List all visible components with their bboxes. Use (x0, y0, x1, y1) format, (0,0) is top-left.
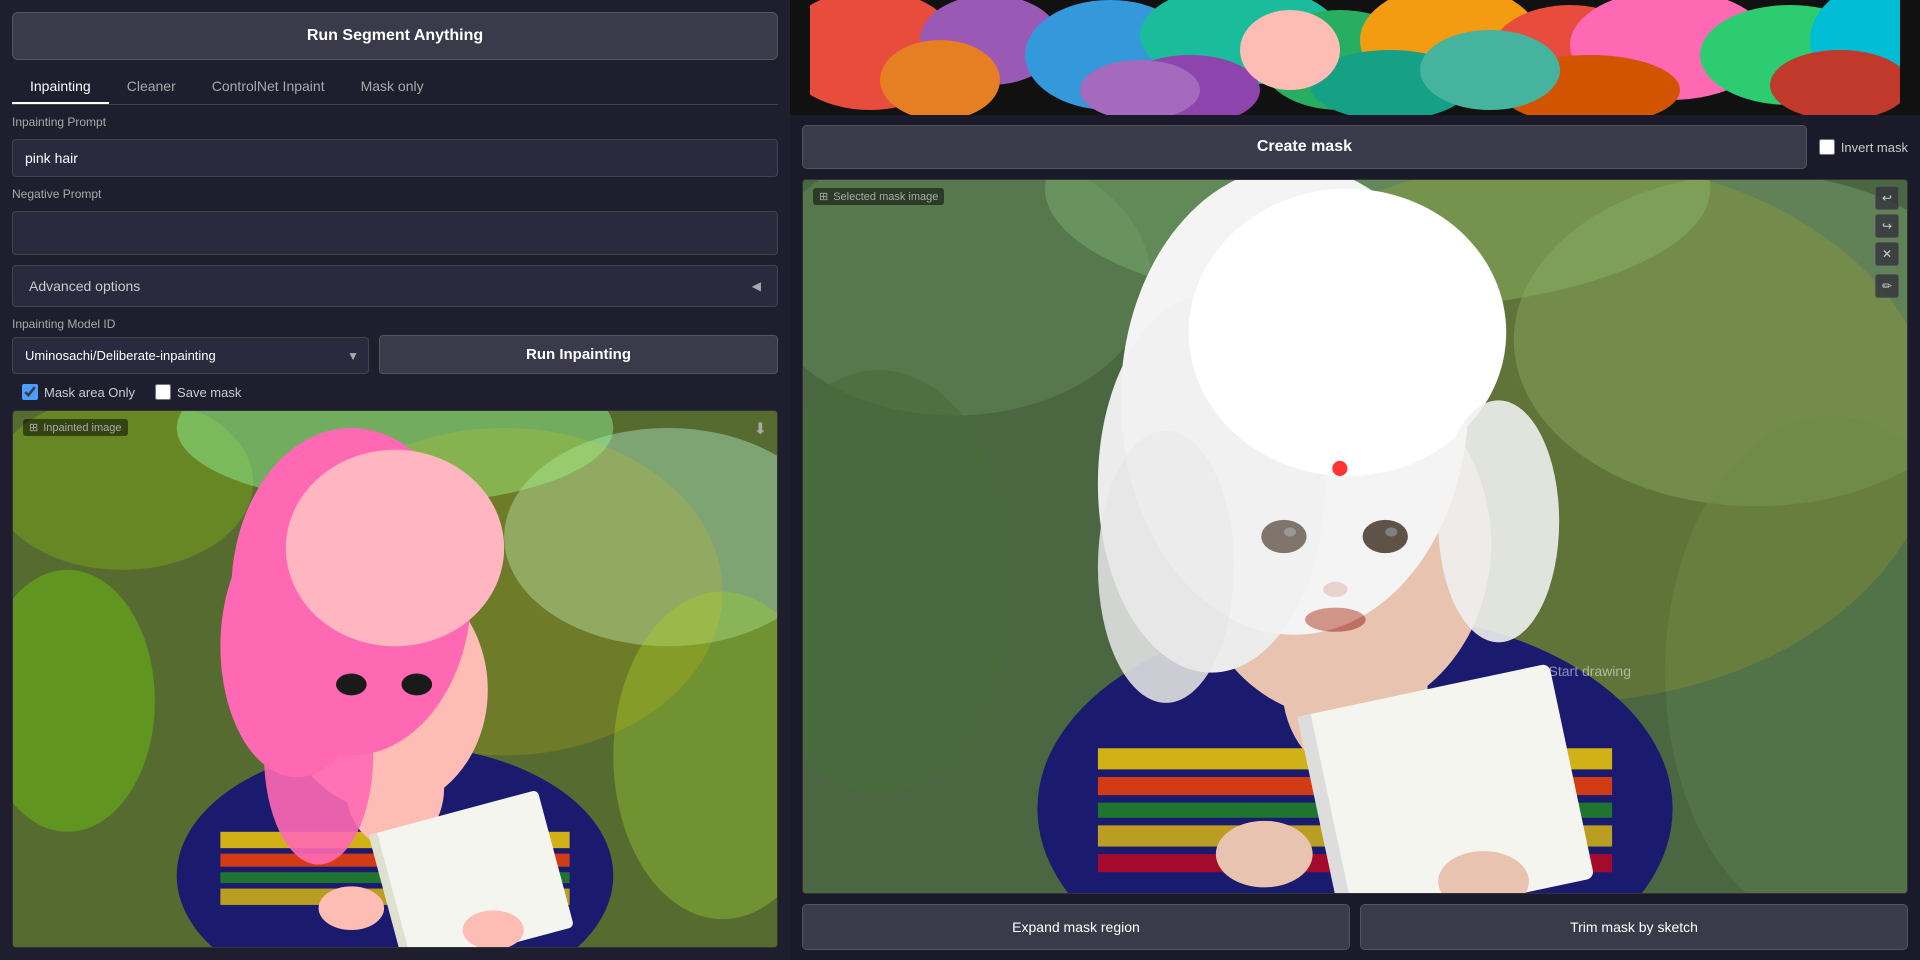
draw-button[interactable]: ✏ (1875, 274, 1899, 298)
advanced-options-label: Advanced options (29, 278, 140, 294)
tab-inpainting[interactable]: Inpainting (12, 70, 109, 104)
mask-area-only-checkbox[interactable] (22, 384, 38, 400)
seg-map-svg (790, 0, 1920, 115)
options-checkboxes: Mask area Only Save mask (12, 384, 778, 400)
mask-image-display (803, 180, 1907, 893)
mask-area-only-text: Mask area Only (44, 385, 135, 400)
advanced-options-arrow-icon: ◀ (752, 279, 761, 293)
mask-image-label: ⊞ Selected mask image (813, 188, 944, 205)
negative-prompt-input[interactable] (12, 211, 778, 255)
download-icon[interactable]: ⬇ (754, 419, 767, 439)
run-segment-button[interactable]: Run Segment Anything (12, 12, 778, 60)
inpainting-prompt-label: Inpainting Prompt (12, 115, 778, 129)
save-mask-checkbox[interactable] (155, 384, 171, 400)
bottom-buttons-row: Expand mask region Trim mask by sketch (790, 894, 1920, 960)
save-mask-text: Save mask (177, 385, 241, 400)
tab-mask-only[interactable]: Mask only (343, 70, 442, 104)
advanced-options-toggle[interactable]: Advanced options ◀ (12, 265, 778, 307)
save-mask-label[interactable]: Save mask (155, 384, 241, 400)
expand-mask-region-button[interactable]: Expand mask region (802, 904, 1350, 950)
mask-image-icon: ⊞ (819, 190, 828, 203)
invert-mask-label: Invert mask (1841, 140, 1908, 155)
inpainting-prompt-input[interactable] (12, 139, 778, 177)
trim-mask-sketch-button[interactable]: Trim mask by sketch (1360, 904, 1908, 950)
redo-button[interactable]: ↪ (1875, 214, 1899, 238)
run-inpainting-button[interactable]: Run Inpainting (379, 335, 778, 374)
mask-image-tools: ↩ ↪ ✕ ✏ (1875, 186, 1899, 298)
tab-controlnet-inpaint[interactable]: ControlNet Inpaint (194, 70, 343, 104)
inpainting-prompt-section: Inpainting Prompt (12, 115, 778, 177)
right-panel: Create mask Invert mask ⊞ Selected mask … (790, 0, 1920, 960)
inpainted-image-display (13, 411, 777, 947)
model-select-wrapper: Inpainting Model ID Uminosachi/Deliberat… (12, 317, 369, 374)
model-row: Inpainting Model ID Uminosachi/Deliberat… (12, 317, 778, 374)
model-id-label: Inpainting Model ID (12, 317, 369, 331)
create-mask-button[interactable]: Create mask (802, 125, 1807, 169)
negative-prompt-label: Negative Prompt (12, 187, 778, 201)
invert-mask-row: Invert mask (1819, 139, 1908, 155)
segmentation-map (790, 0, 1920, 115)
left-panel: Run Segment Anything Inpainting Cleaner … (0, 0, 790, 960)
undo-button[interactable]: ↩ (1875, 186, 1899, 210)
negative-prompt-section: Negative Prompt (12, 187, 778, 255)
tab-cleaner[interactable]: Cleaner (109, 70, 194, 104)
image-icon: ⊞ (29, 421, 38, 434)
model-id-select[interactable]: Uminosachi/Deliberate-inpainting (12, 337, 369, 374)
invert-mask-checkbox[interactable] (1819, 139, 1835, 155)
inpainted-image-container: ⊞ Inpainted image ⬇ (12, 410, 778, 948)
inpainted-image-label: ⊞ Inpainted image (23, 419, 128, 436)
mask-controls-row: Create mask Invert mask (790, 115, 1920, 179)
mask-area-only-label[interactable]: Mask area Only (22, 384, 135, 400)
mask-image-wrapper: ⊞ Selected mask image ↩ ↪ ✕ ✏ (802, 179, 1908, 894)
close-mask-button[interactable]: ✕ (1875, 242, 1899, 266)
tab-bar: Inpainting Cleaner ControlNet Inpaint Ma… (12, 70, 778, 105)
